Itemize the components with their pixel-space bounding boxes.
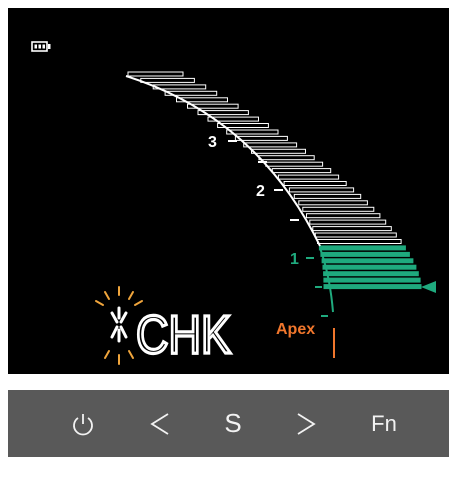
power-button[interactable]	[68, 390, 98, 457]
left-pointer-icon	[421, 281, 436, 293]
level-bar-empty	[317, 239, 402, 244]
level-bar-empty	[302, 206, 375, 212]
function-button[interactable]: Fn	[364, 390, 404, 457]
level-bar-filled	[321, 258, 414, 264]
level-bar-empty	[298, 200, 368, 206]
level-bar-empty	[312, 226, 392, 232]
next-button[interactable]	[291, 390, 321, 457]
level-bar-empty	[277, 174, 340, 180]
level-bars	[127, 71, 422, 290]
level-bar-empty	[288, 187, 355, 193]
chevron-right-icon	[297, 412, 316, 435]
level-bar-empty	[140, 77, 195, 83]
level-bar-filled	[323, 271, 419, 277]
previous-button[interactable]	[145, 390, 175, 457]
level-bar-filled	[323, 284, 422, 290]
power-icon	[73, 413, 93, 435]
level-bar-empty	[265, 161, 324, 167]
level-bar-empty	[243, 142, 298, 148]
level-bar-empty	[234, 135, 288, 141]
level-bar-empty	[306, 213, 381, 219]
scale-label-1: 1	[290, 251, 299, 268]
level-bar-filled	[320, 251, 410, 257]
apex-label: Apex	[276, 321, 315, 338]
status-text: CHK	[136, 305, 231, 365]
level-bar-empty	[293, 193, 362, 199]
function-label: Fn	[371, 410, 397, 436]
level-bar-empty	[258, 155, 315, 161]
level-bar-empty	[127, 71, 184, 77]
level-bar-filled	[323, 277, 421, 283]
level-bar-filled	[318, 245, 406, 251]
lcd-graphic: 3 2 1 Apex CHK	[31, 41, 436, 367]
lcd-screen: 3 2 1 Apex CHK	[8, 8, 449, 374]
level-bar-empty	[314, 232, 397, 238]
control-panel: S Fn	[8, 390, 449, 457]
level-bar-empty	[283, 181, 347, 186]
level-bar-empty	[309, 219, 387, 225]
scale-label-2: 2	[256, 183, 265, 200]
level-bar-empty	[271, 168, 332, 174]
chevron-left-icon	[150, 412, 169, 435]
select-button[interactable]: S	[218, 390, 248, 457]
scale-label-3: 3	[208, 134, 217, 151]
select-label: S	[224, 408, 242, 438]
battery-icon	[31, 41, 51, 52]
level-bar-filled	[322, 264, 417, 270]
level-bar-empty	[251, 148, 306, 154]
